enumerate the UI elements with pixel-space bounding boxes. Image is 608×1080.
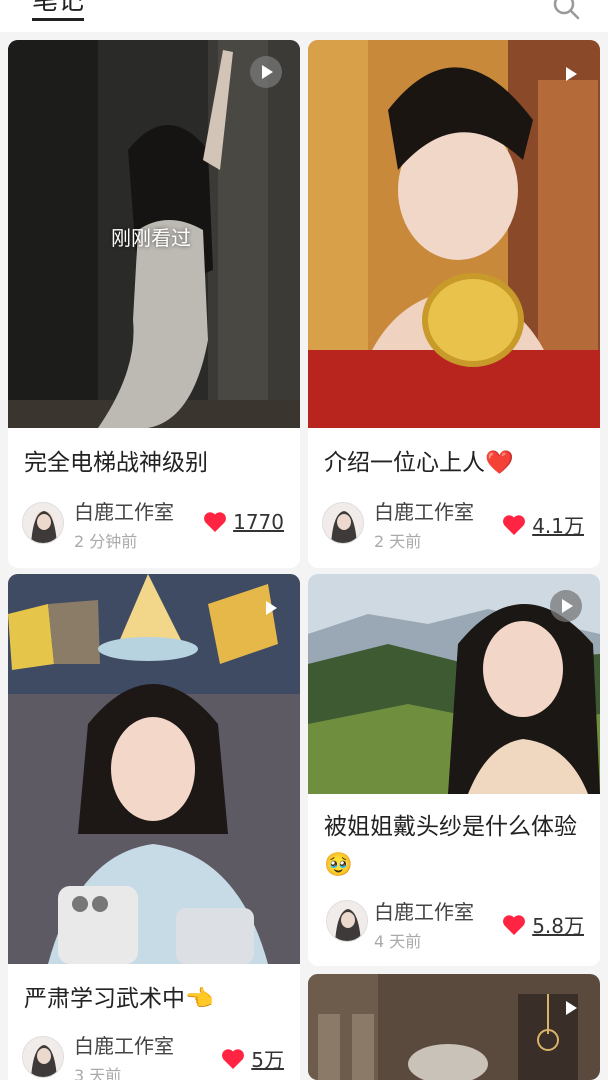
note-card[interactable]: 刚刚看过 完全电梯战神级别 白鹿工作室 2 分钟前 1770 <box>8 40 300 568</box>
post-time: 2 天前 <box>374 532 422 551</box>
like-button[interactable]: 5万 <box>221 1044 284 1073</box>
note-card[interactable]: 介绍一位心上人❤️ 白鹿工作室 2 天前 4.1万 <box>308 40 600 568</box>
author-name[interactable]: 白鹿工作室 <box>374 496 474 525</box>
recently-viewed-label: 刚刚看过 <box>111 226 191 250</box>
cover-image[interactable] <box>8 574 300 964</box>
card-title[interactable]: 介绍一位心上人❤️ <box>324 444 588 482</box>
avatar[interactable] <box>22 1036 64 1078</box>
author-name[interactable]: 白鹿工作室 <box>74 1030 174 1059</box>
avatar[interactable] <box>22 502 64 544</box>
card-title[interactable]: 被姐姐戴头纱是什么体验🥹 <box>324 808 588 884</box>
card-title[interactable]: 完全电梯战神级别 <box>24 444 288 482</box>
heart-icon <box>204 512 227 532</box>
avatar[interactable] <box>322 502 364 544</box>
like-button[interactable]: 4.1万 <box>502 510 584 539</box>
card-title[interactable]: 严肃学习武术中👈 <box>24 980 288 1018</box>
author-name[interactable]: 白鹿工作室 <box>374 896 474 925</box>
note-card[interactable]: 严肃学习武术中👈 白鹿工作室 3 天前 5万 <box>8 574 300 1080</box>
like-count: 5.8万 <box>532 914 584 938</box>
like-count: 4.1万 <box>532 514 584 538</box>
post-time: 2 分钟前 <box>74 532 138 551</box>
play-icon <box>550 590 582 622</box>
cover-image[interactable] <box>308 574 600 794</box>
like-button[interactable]: 5.8万 <box>502 910 584 939</box>
play-icon <box>554 992 586 1024</box>
play-icon <box>250 56 282 88</box>
top-bar: 笔记 <box>0 0 608 32</box>
play-icon <box>554 58 586 90</box>
tab-notes[interactable]: 笔记 <box>32 0 85 21</box>
author-name[interactable]: 白鹿工作室 <box>74 496 174 525</box>
cover-image[interactable]: 刚刚看过 <box>8 40 300 428</box>
like-count: 5万 <box>251 1048 284 1072</box>
note-card[interactable] <box>308 974 600 1080</box>
play-icon <box>254 592 286 624</box>
avatar[interactable] <box>326 900 368 942</box>
heart-icon <box>222 1048 245 1069</box>
post-time: 3 天前 <box>74 1066 122 1080</box>
cover-image[interactable] <box>308 40 600 428</box>
like-count: 1770 <box>233 510 284 534</box>
cover-image[interactable] <box>308 974 600 1080</box>
heart-icon <box>503 514 526 535</box>
like-button[interactable]: 1770 <box>203 510 284 534</box>
search-icon[interactable] <box>552 0 580 20</box>
heart-icon <box>503 914 526 935</box>
post-time: 4 天前 <box>374 932 422 951</box>
note-card[interactable]: 被姐姐戴头纱是什么体验🥹 白鹿工作室 4 天前 5.8万 <box>308 574 600 966</box>
